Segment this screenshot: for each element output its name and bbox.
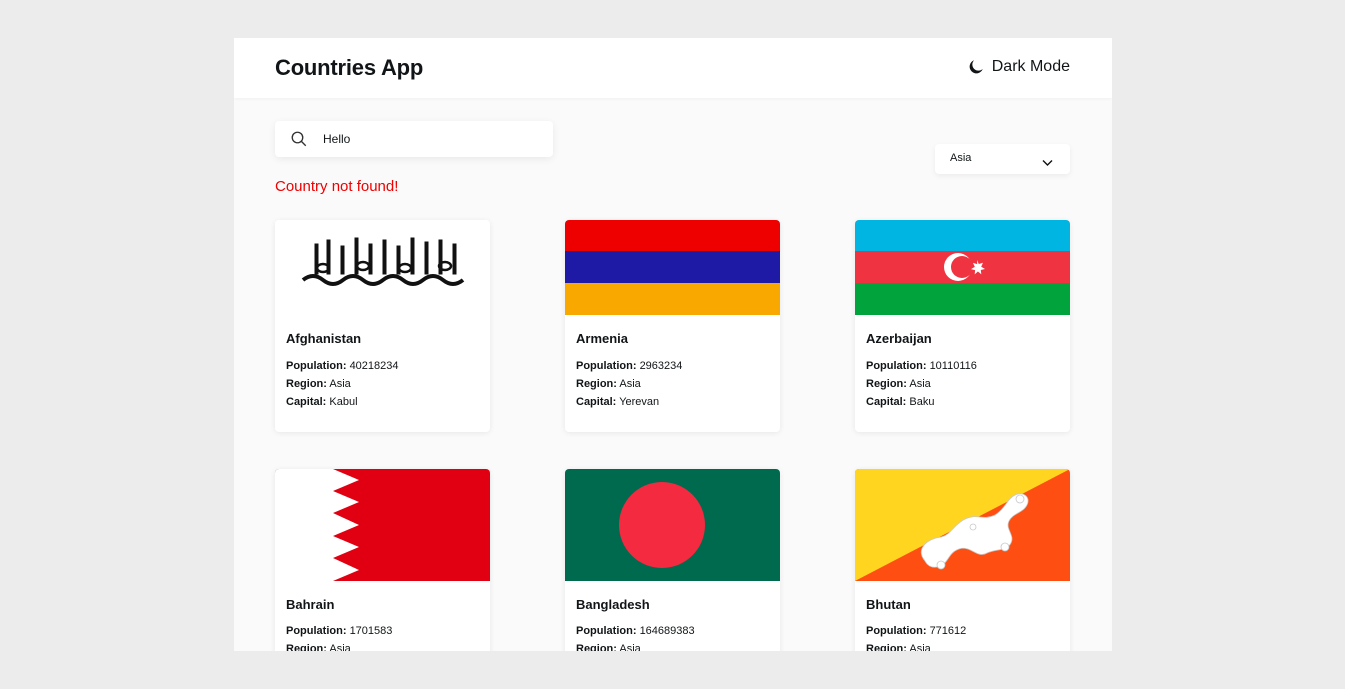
country-name: Azerbaijan: [866, 331, 932, 346]
region-value: Asia: [909, 643, 931, 651]
region-value: Asia: [619, 378, 641, 390]
population-value: 10110116: [929, 360, 977, 372]
country-card[interactable]: Afghanistan Population: 40218234 Region:…: [275, 220, 490, 432]
capital-label: Capital:: [576, 396, 617, 408]
country-card[interactable]: Azerbaijan Population: 10110116 Region: …: [855, 220, 1070, 432]
region-filter-value: Asia: [950, 152, 972, 164]
app-container: Countries App Dark Mode Country not foun…: [234, 38, 1112, 651]
country-name: Bahrain: [286, 597, 335, 612]
population-label: Population:: [286, 360, 347, 372]
region-row: Region: Asia: [576, 375, 682, 393]
search-icon: [290, 130, 308, 153]
population-label: Population:: [576, 360, 637, 372]
region-label: Region:: [576, 378, 617, 390]
search-box: [275, 121, 553, 157]
population-row: Population: 1701583: [286, 622, 392, 640]
moon-icon: [967, 58, 985, 76]
country-facts: Population: 771612 Region: Asia: [866, 622, 966, 651]
country-card[interactable]: Bangladesh Population: 164689383 Region:…: [565, 469, 780, 651]
region-value: Asia: [329, 378, 351, 390]
country-card[interactable]: Armenia Population: 2963234 Region: Asia…: [565, 220, 780, 432]
region-label: Region:: [286, 643, 327, 651]
country-name: Afghanistan: [286, 331, 362, 346]
population-value: 2963234: [639, 360, 683, 372]
capital-row: Capital: Baku: [866, 393, 977, 411]
population-label: Population:: [866, 360, 927, 372]
bangladesh-flag-image: [565, 469, 780, 581]
population-row: Population: 771612: [866, 622, 966, 640]
population-row: Population: 40218234: [286, 357, 399, 375]
country-card[interactable]: Bahrain Population: 1701583 Region: Asia: [275, 469, 490, 651]
population-value: 40218234: [349, 360, 399, 372]
population-label: Population:: [576, 625, 637, 637]
region-value: Asia: [329, 643, 351, 651]
capital-value: Yerevan: [619, 396, 660, 408]
region-value: Asia: [619, 643, 641, 651]
capital-label: Capital:: [866, 396, 907, 408]
country-card[interactable]: Bhutan Population: 771612 Region: Asia: [855, 469, 1070, 651]
capital-row: Capital: Kabul: [286, 393, 399, 411]
error-message: Country not found!: [275, 178, 399, 195]
capital-value: Kabul: [329, 396, 358, 408]
country-facts: Population: 10110116 Region: Asia Capita…: [866, 357, 977, 411]
region-label: Region:: [576, 643, 617, 651]
population-row: Population: 2963234: [576, 357, 682, 375]
region-row: Region: Asia: [286, 375, 399, 393]
population-value: 164689383: [639, 625, 695, 637]
population-value: 1701583: [349, 625, 393, 637]
capital-label: Capital:: [286, 396, 327, 408]
country-facts: Population: 1701583 Region: Asia: [286, 622, 392, 651]
region-row: Region: Asia: [576, 640, 695, 651]
chevron-down-icon: [1042, 154, 1053, 172]
bahrain-flag-image: [275, 469, 490, 581]
capital-value: Baku: [909, 396, 935, 408]
capital-row: Capital: Yerevan: [576, 393, 682, 411]
country-facts: Population: 164689383 Region: Asia: [576, 622, 695, 651]
region-row: Region: Asia: [866, 640, 966, 651]
country-name: Bhutan: [866, 597, 911, 612]
dark-mode-label: Dark Mode: [991, 58, 1070, 75]
search-input[interactable]: [323, 129, 533, 149]
region-label: Region:: [866, 378, 907, 390]
region-value: Asia: [909, 378, 931, 390]
region-row: Region: Asia: [866, 375, 977, 393]
country-facts: Population: 40218234 Region: Asia Capita…: [286, 357, 399, 411]
azerbaijan-flag-image: [855, 220, 1070, 315]
armenia-flag-image: [565, 220, 780, 315]
dark-mode-toggle[interactable]: Dark Mode: [967, 58, 1070, 76]
region-row: Region: Asia: [286, 640, 392, 651]
population-value: 771612: [929, 625, 967, 637]
country-name: Bangladesh: [576, 597, 650, 612]
bhutan-flag-image: [855, 469, 1070, 581]
country-facts: Population: 2963234 Region: Asia Capital…: [576, 357, 682, 411]
region-filter-select[interactable]: Asia: [935, 144, 1070, 174]
population-label: Population:: [866, 625, 927, 637]
population-row: Population: 10110116: [866, 357, 977, 375]
population-row: Population: 164689383: [576, 622, 695, 640]
afghanistan-flag-image: [275, 220, 490, 316]
population-label: Population:: [286, 625, 347, 637]
header: Countries App Dark Mode: [234, 38, 1112, 98]
region-label: Region:: [286, 378, 327, 390]
region-label: Region:: [866, 643, 907, 651]
country-name: Armenia: [576, 331, 629, 346]
app-title: Countries App: [275, 55, 424, 80]
